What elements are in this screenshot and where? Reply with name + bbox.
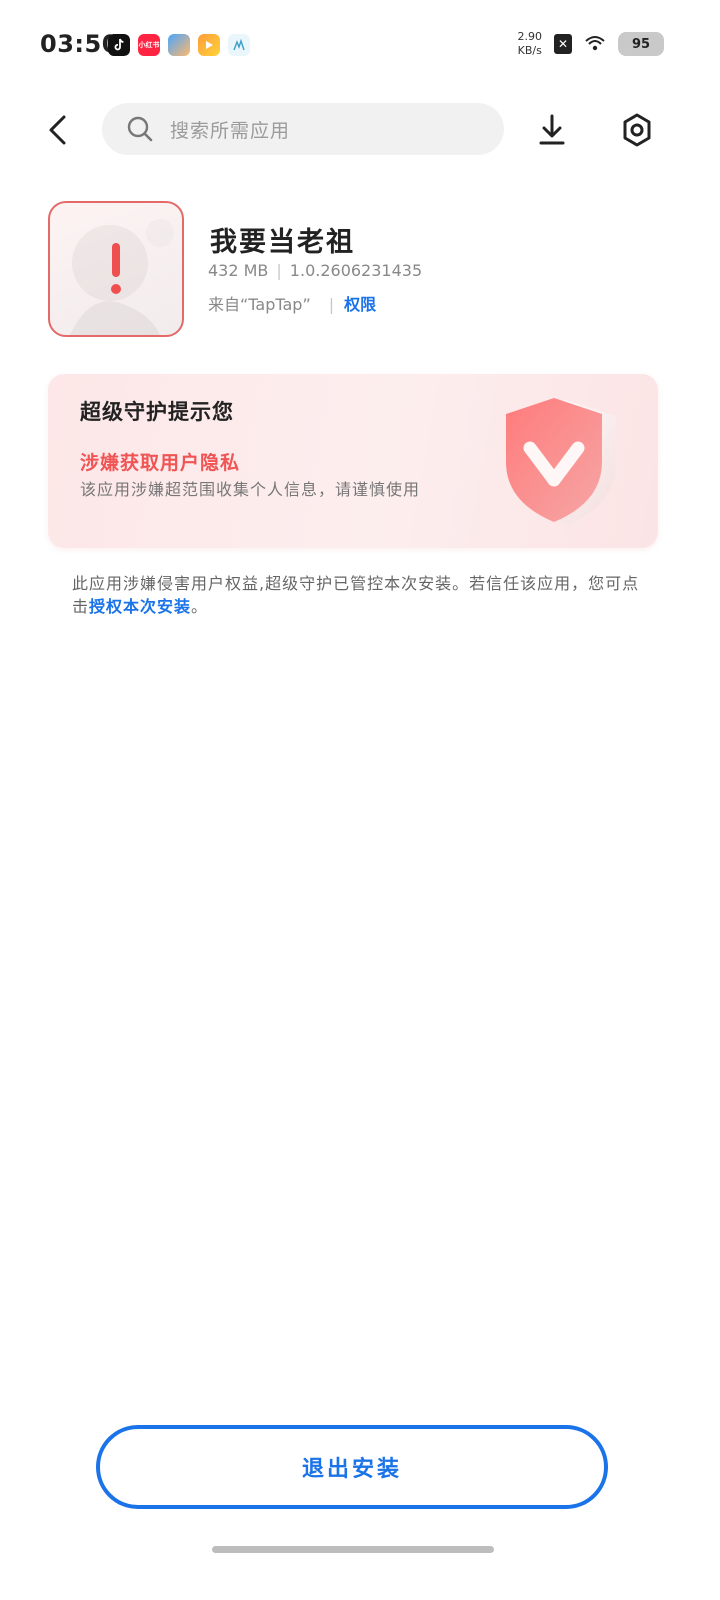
card-title: 超级守护提示您 <box>80 400 234 424</box>
notice-end: 。 <box>191 597 209 616</box>
gear-icon <box>623 113 651 147</box>
battery-indicator: 95 <box>618 32 664 56</box>
home-indicator[interactable] <box>212 1546 494 1553</box>
wifi-icon <box>585 36 605 51</box>
net-speed-value: 2.90 <box>517 30 543 43</box>
back-arrow-icon <box>49 115 66 145</box>
app-name: 我要当老祖 <box>210 227 355 258</box>
app-source: 来自“TapTap” <box>208 295 311 314</box>
status-bar: 03:50 小红书 2.90 KB/s ✕ 95 <box>0 0 720 92</box>
app-source-row: 来自“TapTap” | 权限 <box>208 295 377 314</box>
warning-icon <box>111 243 121 294</box>
shield-icon <box>506 398 616 526</box>
authorize-install-link[interactable]: 授权本次安装 <box>89 597 191 616</box>
download-icon <box>539 114 565 145</box>
search-icon <box>127 116 153 142</box>
app-size: 432 MB <box>208 261 269 280</box>
install-notice: 此应用涉嫌侵害用户权益,超级守护已管控本次安装。若信任该应用，您可点击授权本次安… <box>72 572 652 618</box>
network-speed: 2.90 KB/s <box>518 30 543 58</box>
notification-icons: 小红书 <box>108 34 250 56</box>
search-placeholder: 搜索所需应用 <box>170 119 291 142</box>
no-sim-icon: ✕ <box>554 34 572 54</box>
net-speed-unit: KB/s <box>517 44 542 57</box>
app-meta: 432 MB | 1.0.2606231435 <box>208 261 423 280</box>
app-blue-icon <box>168 34 190 56</box>
security-warning-card: 超级守护提示您 涉嫌获取用户隐私 该应用涉嫌超范围收集个人信息，请谨慎使用 <box>48 374 658 548</box>
app-play-icon <box>198 34 220 56</box>
download-button[interactable] <box>530 108 574 152</box>
search-input[interactable]: 搜索所需应用 <box>102 103 504 155</box>
back-button[interactable] <box>38 110 78 150</box>
top-bar: 搜索所需应用 <box>0 100 720 158</box>
app-soft-icon <box>228 34 250 56</box>
settings-button[interactable] <box>615 108 659 152</box>
risk-description: 该应用涉嫌超范围收集个人信息，请谨慎使用 <box>80 480 421 499</box>
exit-install-button[interactable]: 退出安装 <box>96 1425 608 1509</box>
app-icon <box>48 201 184 337</box>
xiaohongshu-icon: 小红书 <box>138 34 160 56</box>
risk-label: 涉嫌获取用户隐私 <box>80 452 241 474</box>
permission-link[interactable]: 权限 <box>344 295 376 314</box>
app-version: 1.0.2606231435 <box>289 261 423 280</box>
tiktok-icon <box>108 34 130 56</box>
